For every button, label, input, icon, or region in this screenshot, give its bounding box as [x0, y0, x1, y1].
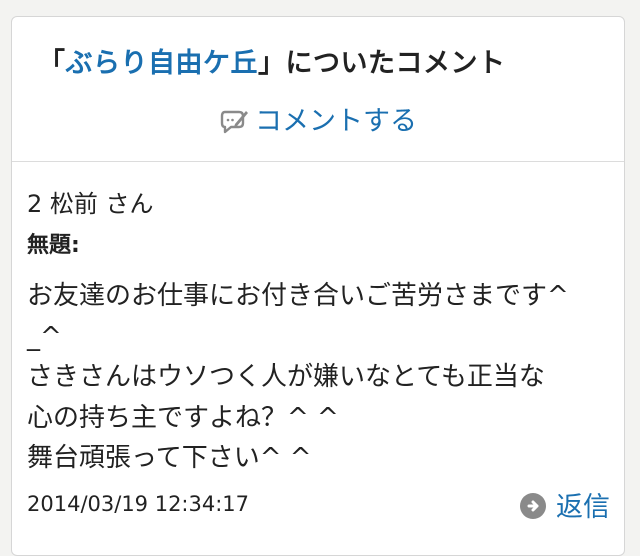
title-open-bracket: 「	[38, 48, 66, 79]
message-line: お友達のお仕事にお付き合いご苦労さまです^	[27, 281, 569, 311]
article-title-link[interactable]: ぶらり自由ケ丘	[66, 48, 259, 79]
comment-message: お友達のお仕事にお付き合いご苦労さまです^ _^ さきさんはウソつく人が嫌いなと…	[27, 276, 612, 479]
message-line: さきさんはウソつく人が嫌いなとても正当な	[27, 362, 545, 392]
reply-label: 返信	[556, 492, 610, 523]
message-line: 舞台頑張って下さい^ ^	[27, 443, 312, 473]
reply-arrow-icon	[520, 493, 546, 519]
title-suffix: 」についたコメント	[258, 48, 506, 79]
comment-timestamp: 2014/03/19 12:34:17	[27, 492, 250, 516]
write-comment-button[interactable]: コメントする	[12, 99, 624, 138]
edit-comment-icon	[220, 110, 248, 134]
reply-button[interactable]: 返信	[520, 485, 610, 524]
page-title: 「ぶらり自由ケ丘」についたコメント	[38, 41, 506, 80]
message-line: 心の持ち主ですよね？^ ^	[27, 402, 339, 433]
comments-header: 「ぶらり自由ケ丘」についたコメント コメントする	[12, 17, 624, 162]
message-line: _^	[27, 321, 62, 352]
comment-subject: 無題:	[27, 233, 80, 258]
comments-card: 「ぶらり自由ケ丘」についたコメント コメントする 2 松前 さん 無題: お友達…	[11, 16, 625, 556]
comment-author: 2 松前 さん	[27, 190, 154, 218]
write-comment-label: コメントする	[255, 106, 417, 137]
